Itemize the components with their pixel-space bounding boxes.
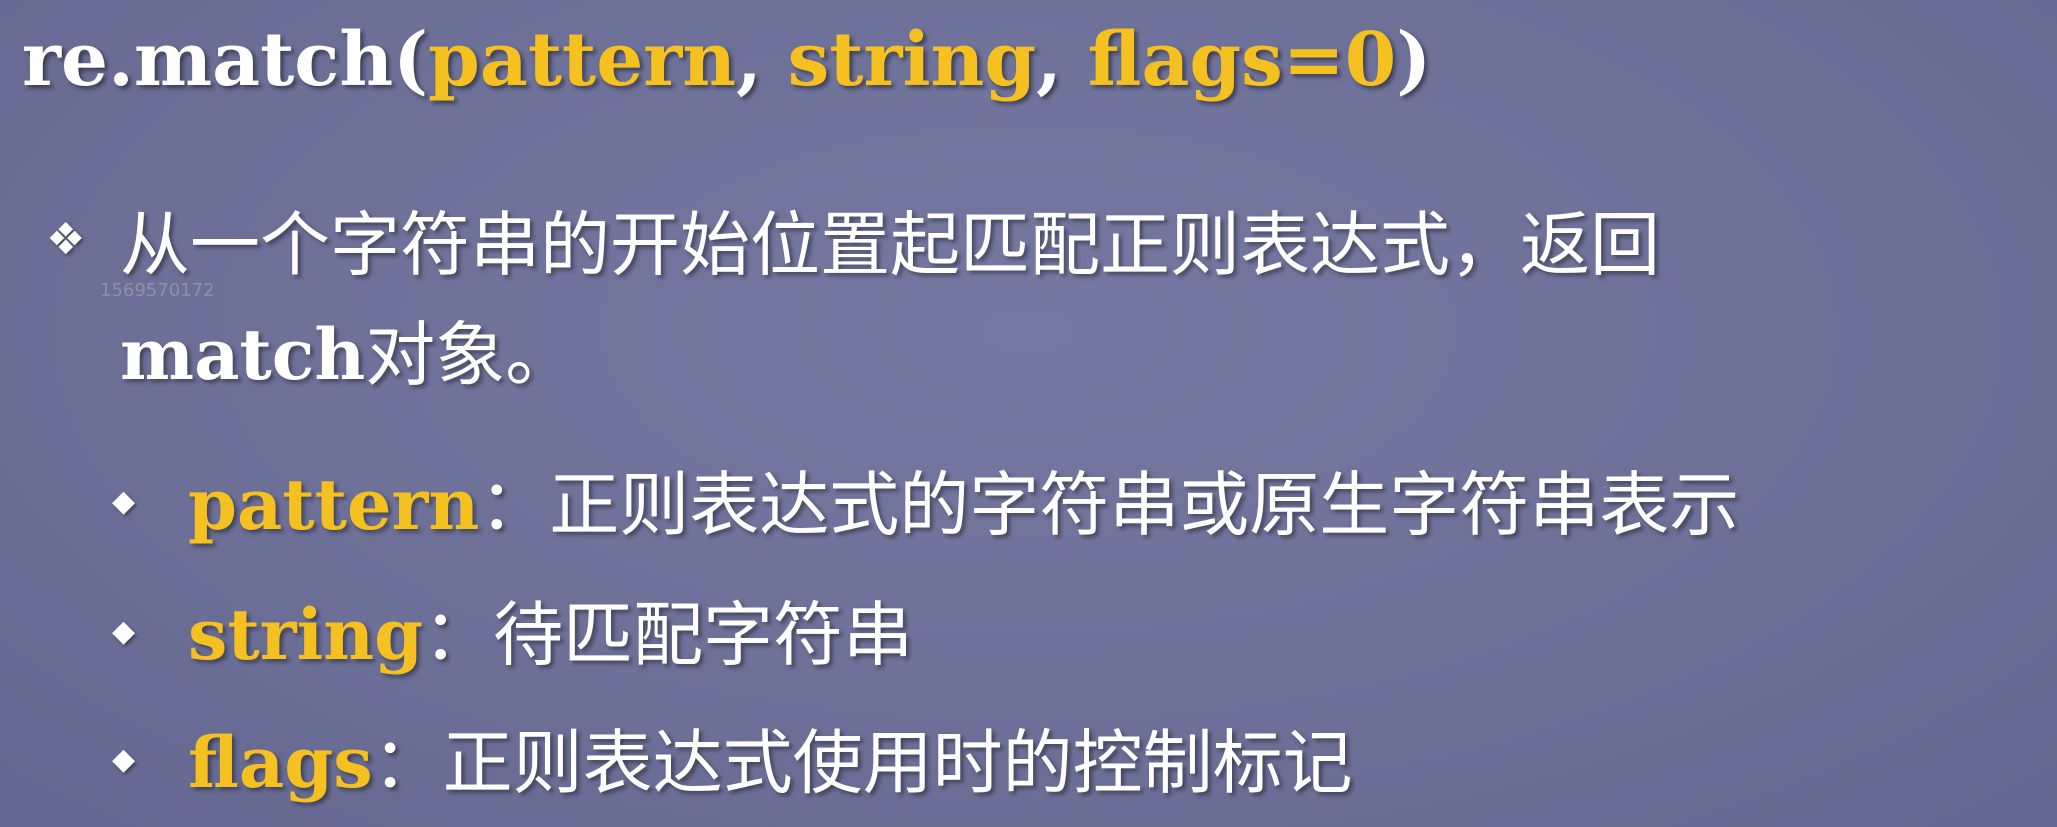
param-description: 待匹配字符串 — [493, 594, 914, 676]
param-line: pattern：正则表达式的字符串或原生字符串表示 — [188, 450, 1739, 560]
diamond-bullet-icon: ❖ — [46, 214, 86, 265]
param-line: string：待匹配字符串 — [188, 580, 913, 690]
bullet-dot-icon: ◆ — [112, 614, 136, 649]
slide: re.match(pattern, string, flags=0) ❖ 从一个… — [0, 0, 2057, 827]
param-name: string — [188, 593, 424, 676]
param-separator: ： — [423, 594, 494, 676]
watermark: 1569570172 — [100, 280, 215, 301]
param-line: flags：正则表达式使用时的控制标记 — [188, 708, 1353, 818]
slide-title: re.match(pattern, string, flags=0) — [22, 10, 1431, 110]
bullet-dot-icon: ◆ — [112, 742, 136, 777]
bullet-dot-icon: ◆ — [112, 484, 136, 519]
title-arg-string: string — [787, 17, 1037, 103]
title-arg-flags: flags=0 — [1087, 17, 1397, 103]
title-close-paren: ) — [1396, 17, 1432, 103]
param-name: flags — [188, 721, 373, 804]
title-arg-pattern: pattern — [428, 17, 737, 103]
param-description: 正则表达式使用时的控制标记 — [442, 722, 1353, 804]
title-separator: , — [736, 17, 788, 103]
title-function: re.match( — [22, 17, 429, 103]
title-separator: , — [1036, 17, 1088, 103]
param-name: pattern — [188, 463, 480, 546]
main-bullet-text: 从一个字符串的开始位置起匹配正则表达式，返回 match对象。 — [120, 190, 2020, 410]
param-description: 正则表达式的字符串或原生字符串表示 — [549, 464, 1740, 546]
main-text-part2: 对象。 — [365, 314, 576, 396]
main-text-part1: 从一个字符串的开始位置起匹配正则表达式，返回 — [120, 204, 1660, 286]
param-separator: ： — [372, 722, 443, 804]
main-text-match: match — [120, 313, 366, 396]
param-separator: ： — [479, 464, 550, 546]
